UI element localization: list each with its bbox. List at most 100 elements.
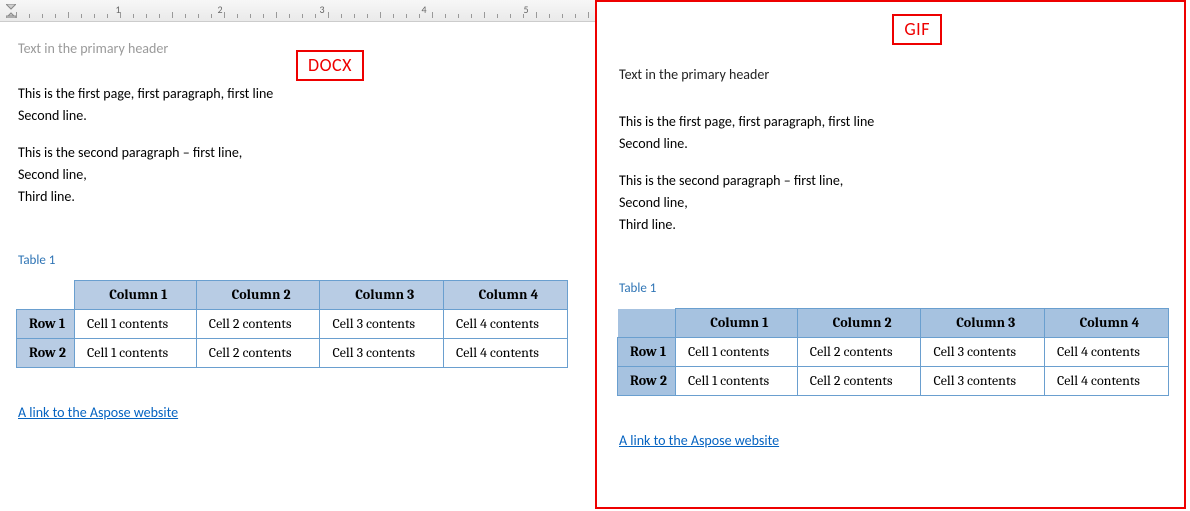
text-line: This is the second paragraph – first lin… — [18, 144, 242, 161]
cell: Cell 4 contents — [1044, 338, 1168, 367]
col-header: Column 1 — [75, 281, 197, 310]
paragraph-1: This is the first page, first paragraph,… — [18, 83, 577, 126]
ruler-tick — [575, 14, 576, 18]
table-row: Row 1 Cell 1 contents Cell 2 contents Ce… — [17, 310, 568, 339]
ruler-num: 4 — [421, 3, 426, 16]
ruler-tick — [549, 14, 550, 18]
ruler-tick — [328, 12, 329, 18]
col-header: Column 3 — [320, 281, 444, 310]
table-caption: Table 1 — [619, 281, 1164, 296]
ruler-tick — [341, 14, 342, 18]
text-line: Second line, — [619, 194, 688, 211]
ruler-tick — [484, 12, 485, 18]
ruler-tick — [172, 12, 173, 18]
table-row: Row 2 Cell 1 contents Cell 2 contents Ce… — [17, 339, 568, 368]
ruler-tick — [55, 14, 56, 18]
data-table: Column 1 Column 2 Column 3 Column 4 Row … — [16, 280, 568, 368]
cell: Cell 3 contents — [320, 339, 444, 368]
gif-content: Text in the primary header This is the f… — [597, 2, 1184, 459]
table-caption: Table 1 — [18, 253, 577, 268]
ruler-tick — [16, 12, 17, 18]
text-line: Second line. — [18, 107, 87, 124]
ruler-tick — [250, 14, 251, 18]
ruler-tick — [133, 14, 134, 18]
ruler-tick — [224, 12, 225, 18]
ruler-tick — [198, 14, 199, 18]
table-row: Row 1 Cell 1 contents Cell 2 contents Ce… — [618, 338, 1169, 367]
aspose-link[interactable]: A link to the Aspose website — [619, 432, 779, 449]
ruler-tick — [159, 14, 160, 18]
ruler-tick — [393, 14, 394, 18]
cell: Cell 1 contents — [75, 339, 197, 368]
ruler-tick — [302, 14, 303, 18]
indent-marker-icon — [6, 4, 16, 18]
col-header: Column 4 — [443, 281, 567, 310]
paragraph-2: This is the second paragraph – first lin… — [18, 142, 577, 207]
gif-pane: GIF Text in the primary header This is t… — [595, 0, 1186, 509]
ruler-num: 3 — [319, 3, 324, 16]
ruler-tick — [120, 12, 121, 18]
cell: Cell 4 contents — [443, 310, 567, 339]
row-header: Row 1 — [17, 310, 75, 339]
cell: Cell 2 contents — [797, 338, 921, 367]
text-line: This is the first page, first paragraph,… — [619, 113, 874, 130]
table-corner — [17, 281, 75, 310]
ruler-tick — [523, 14, 524, 18]
cell: Cell 3 contents — [320, 310, 444, 339]
ruler-tick — [380, 12, 381, 18]
col-header: Column 2 — [797, 309, 921, 338]
table-header-row: Column 1 Column 2 Column 3 Column 4 — [618, 309, 1169, 338]
cell: Cell 3 contents — [921, 338, 1045, 367]
ruler-tick — [354, 14, 355, 18]
ruler-tick — [315, 14, 316, 18]
ruler-tick — [562, 14, 563, 18]
row-header: Row 1 — [618, 338, 676, 367]
docx-pane: 1 2 3 4 5 DOCX Text in the primary heade… — [0, 0, 595, 511]
ruler-tick — [588, 12, 589, 18]
ruler-tick — [432, 12, 433, 18]
text-line: Third line. — [619, 216, 676, 233]
table-header-row: Column 1 Column 2 Column 3 Column 4 — [17, 281, 568, 310]
col-header: Column 1 — [676, 309, 798, 338]
cell: Cell 2 contents — [797, 367, 921, 396]
cell: Cell 1 contents — [676, 338, 798, 367]
data-table: Column 1 Column 2 Column 3 Column 4 Row … — [617, 308, 1169, 396]
text-line: Second line, — [18, 166, 87, 183]
text-line: This is the second paragraph – first lin… — [619, 172, 843, 189]
col-header: Column 4 — [1044, 309, 1168, 338]
ruler-tick — [367, 14, 368, 18]
ruler-tick — [237, 14, 238, 18]
docx-content: Text in the primary header This is the f… — [0, 22, 595, 429]
ruler-tick — [107, 14, 108, 18]
ruler-tick — [42, 14, 43, 18]
cell: Cell 1 contents — [75, 310, 197, 339]
ruler-tick — [289, 14, 290, 18]
ruler-tick — [146, 14, 147, 18]
cell: Cell 4 contents — [1044, 367, 1168, 396]
ruler-tick — [211, 14, 212, 18]
cell: Cell 1 contents — [676, 367, 798, 396]
row-header: Row 2 — [618, 367, 676, 396]
text-line: Second line. — [619, 135, 688, 152]
ruler-tick — [497, 14, 498, 18]
ruler-tick — [185, 14, 186, 18]
docx-tag: DOCX — [296, 50, 364, 81]
ruler-num: 2 — [217, 3, 222, 16]
ruler-tick — [81, 14, 82, 18]
ruler-tick — [471, 14, 472, 18]
ruler-tick — [510, 14, 511, 18]
ruler-tick — [406, 14, 407, 18]
cell: Cell 2 contents — [196, 339, 320, 368]
col-header: Column 2 — [196, 281, 320, 310]
ruler-tick — [68, 12, 69, 18]
row-header: Row 2 — [17, 339, 75, 368]
ruler-num: 5 — [523, 3, 528, 16]
aspose-link[interactable]: A link to the Aspose website — [18, 404, 178, 421]
cell: Cell 4 contents — [443, 339, 567, 368]
cell: Cell 3 contents — [921, 367, 1045, 396]
gif-tag: GIF — [892, 14, 942, 45]
paragraph-2: This is the second paragraph – first lin… — [619, 170, 1164, 235]
ruler-tick — [536, 12, 537, 18]
ruler-tick — [94, 14, 95, 18]
col-header: Column 3 — [921, 309, 1045, 338]
